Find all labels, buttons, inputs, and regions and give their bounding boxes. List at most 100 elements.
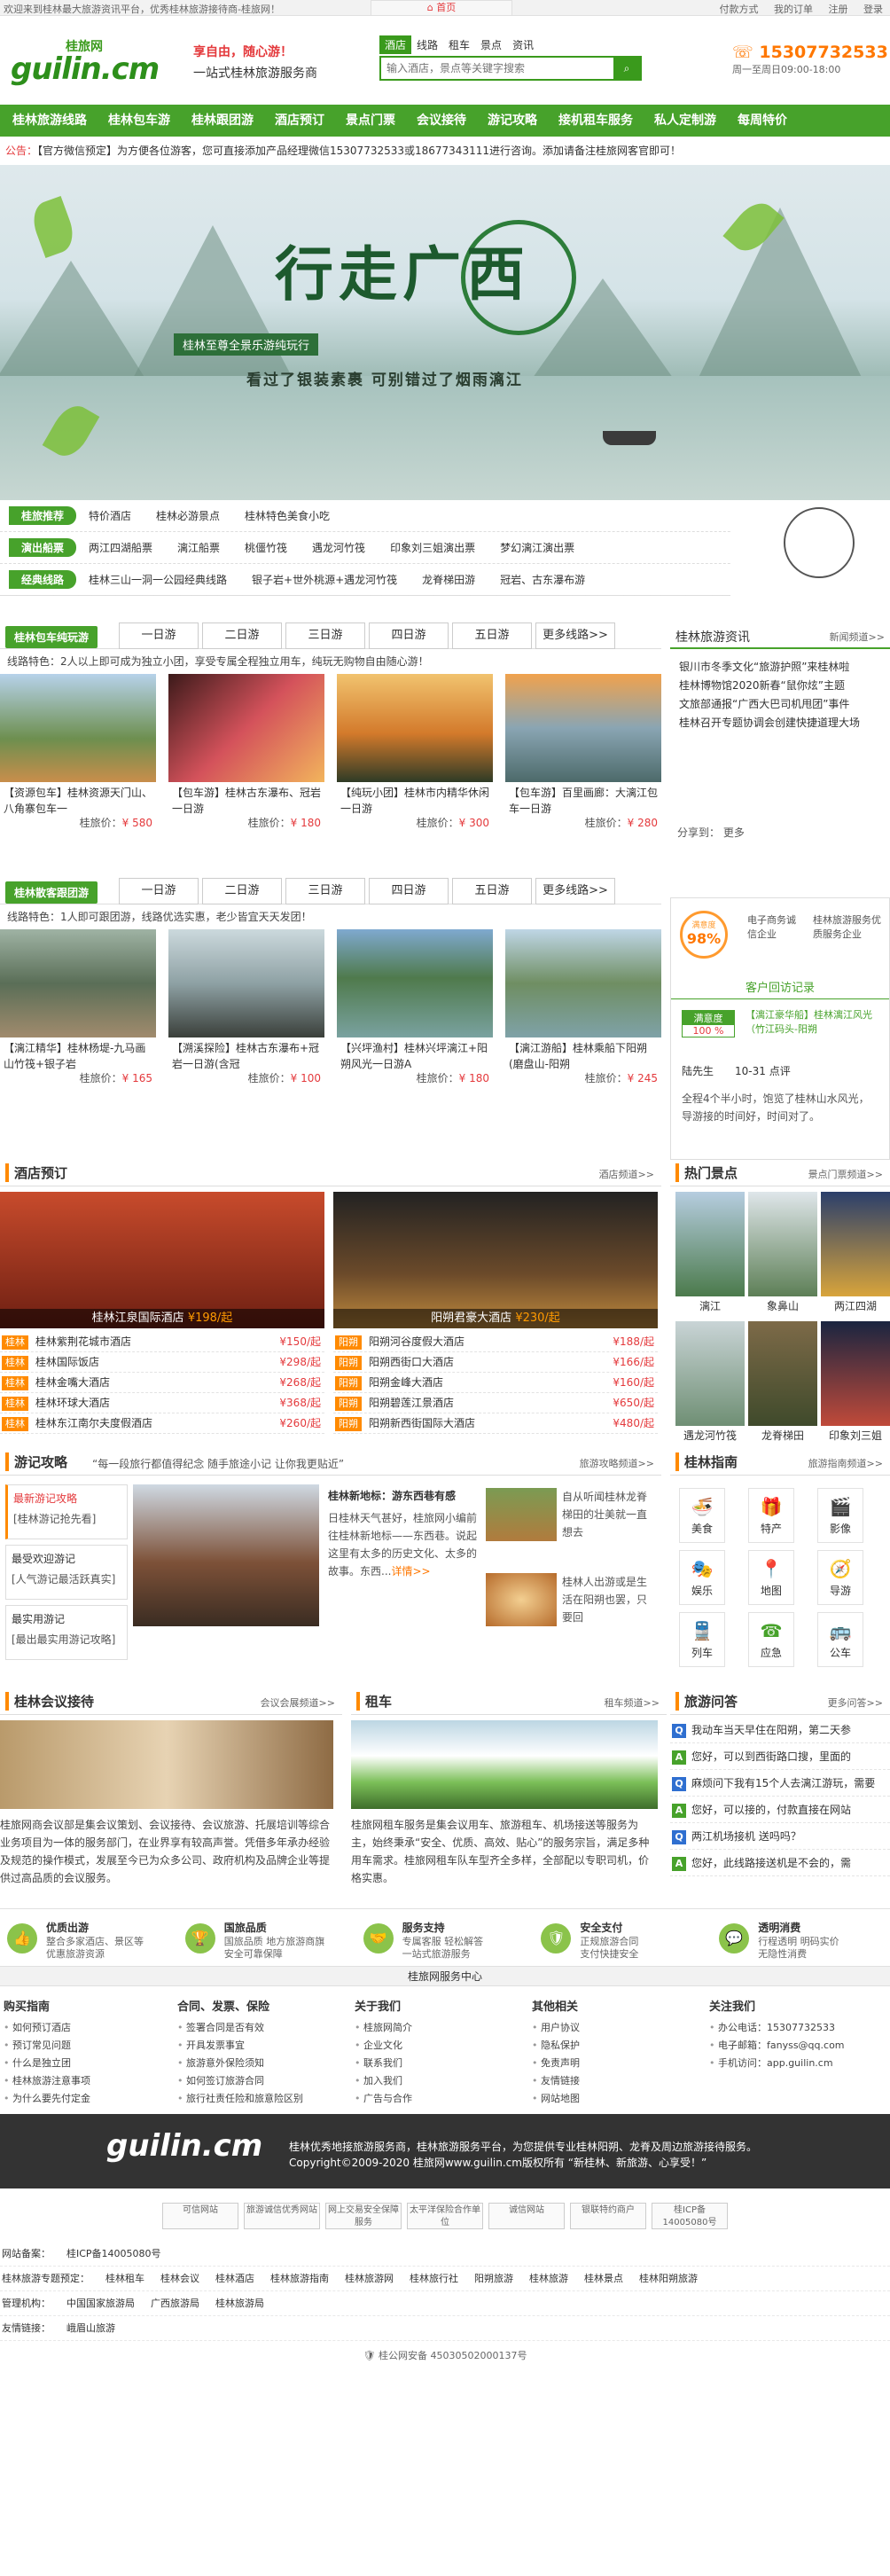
nav-routes[interactable]: 桂林旅游线路 — [2, 105, 98, 137]
news-item[interactable]: 桂林博物馆2020新春“鼠你炫”主题 — [679, 677, 881, 695]
site-logo[interactable]: 桂旅网 guilin.cm — [7, 37, 160, 90]
quick-link[interactable]: 桂林三山一洞一公园经典线路 — [89, 572, 227, 587]
day-filter[interactable]: 四日游 — [369, 878, 449, 904]
guide-map[interactable]: 📍 地图 — [748, 1550, 794, 1605]
trust-badge[interactable]: 银联特约商户 — [570, 2203, 646, 2229]
hotel-row[interactable]: 桂林 桂林金嘴大酒店 ¥268/起 — [0, 1373, 324, 1393]
guide-food[interactable]: 🍜 美食 — [679, 1488, 725, 1543]
footer-link[interactable]: 开具发票事宜 — [177, 2037, 346, 2055]
quick-link[interactable]: 特价酒店 — [89, 508, 131, 523]
day-filter[interactable]: 二日游 — [202, 622, 282, 649]
scenic-card[interactable]: 漓江 — [675, 1192, 745, 1316]
nav-hotel[interactable]: 酒店预订 — [264, 105, 335, 137]
travel-tab-popular[interactable]: 最受欢迎游记 [人气游记最活跃真实] — [5, 1545, 128, 1600]
hotel-row[interactable]: 桂林 桂林紫荆花城市酒店 ¥150/起 — [0, 1332, 324, 1352]
quick-link[interactable]: 漓江船票 — [177, 540, 220, 555]
trust-badge[interactable]: 可信网站 — [162, 2203, 238, 2229]
topic-link[interactable]: 桂林旅游指南 — [270, 2273, 329, 2284]
hotel-row[interactable]: 阳朔 阳朔河谷度假大酒店 ¥188/起 — [333, 1332, 658, 1352]
scenic-card[interactable]: 遇龙河竹筏 — [675, 1321, 745, 1445]
trust-badge[interactable]: 桂ICP备14005080号 — [652, 2203, 728, 2229]
travel-photo[interactable] — [133, 1484, 319, 1626]
qa-item[interactable]: A 您好，此线路接送机是不会的，需 — [670, 1850, 890, 1876]
quick-link[interactable]: 桂林特色美食小吃 — [245, 508, 330, 523]
quick-link[interactable]: 梦幻漓江演出票 — [500, 540, 574, 555]
scenic-more-link[interactable]: 景点门票频道>> — [808, 1167, 883, 1181]
guide-entertainment[interactable]: 🎭 娱乐 — [679, 1550, 725, 1605]
trust-badge[interactable]: 旅游诚信优秀网站 — [244, 2203, 320, 2229]
nav-charter[interactable]: 桂林包车游 — [98, 105, 181, 137]
hotel-feature-card[interactable]: 桂林江泉国际酒店 ¥198/起 — [0, 1192, 324, 1328]
product-card[interactable]: 【包车游】桂林古东瀑布、冠岩一日游 桂旅价：¥ 180 — [168, 674, 324, 837]
product-card[interactable]: 【资源包车】桂林资源天门山、八角寨包车一 桂旅价：¥ 580 — [0, 674, 156, 837]
hotel-row[interactable]: 阳朔 阳朔新西街国际大酒店 ¥480/起 — [333, 1413, 658, 1434]
guide-emergency[interactable]: ☎ 应急 — [748, 1612, 794, 1667]
search-tab-hotel[interactable]: 酒店 — [379, 35, 412, 54]
register-link[interactable]: 注册 — [829, 4, 848, 15]
guide-video[interactable]: 🎬 影像 — [817, 1488, 863, 1543]
nav-travelogue[interactable]: 游记攻略 — [477, 105, 548, 137]
footer-link[interactable]: 旅游意外保险须知 — [177, 2055, 346, 2072]
scenic-card[interactable]: 龙脊梯田 — [748, 1321, 817, 1445]
search-tab-scenic[interactable]: 景点 — [475, 35, 507, 54]
search-button[interactable]: ⌕ — [613, 58, 640, 79]
hotel-row[interactable]: 阳朔 阳朔西街口大酒店 ¥166/起 — [333, 1352, 658, 1373]
topic-link[interactable]: 桂林旅行社 — [410, 2273, 458, 2284]
day-filter[interactable]: 三日游 — [285, 622, 365, 649]
scenic-card[interactable]: 两江四湖 — [821, 1192, 890, 1316]
share-bar[interactable]: 分享到： 更多 — [670, 812, 890, 852]
trust-badge[interactable]: 网上交易安全保障服务 — [325, 2203, 402, 2229]
trust-badge[interactable]: 太平洋保险合作单位 — [407, 2203, 483, 2229]
travel-detail-link[interactable]: 详情>> — [391, 1565, 430, 1578]
guide-specialty[interactable]: 🎁 特产 — [748, 1488, 794, 1543]
footer-link[interactable]: 如何预订酒店 — [4, 2019, 172, 2037]
qa-more-link[interactable]: 更多问答>> — [828, 1695, 883, 1710]
travel-thumb[interactable] — [486, 1488, 557, 1541]
footer-link[interactable]: 隐私保护 — [532, 2037, 700, 2055]
meeting-more-link[interactable]: 会议会展频道>> — [261, 1695, 335, 1710]
meeting-photo[interactable] — [0, 1720, 333, 1809]
search-tab-car[interactable]: 租车 — [443, 35, 475, 54]
product-card[interactable]: 【漓江精华】桂林杨堤-九马画山竹筏+银子岩 桂旅价：¥ 165 — [0, 929, 156, 1092]
search-tab-info[interactable]: 资讯 — [507, 35, 539, 54]
topic-link[interactable]: 桂林租车 — [105, 2273, 144, 2284]
hotel-row[interactable]: 阳朔 阳朔金峰大酒店 ¥160/起 — [333, 1373, 658, 1393]
qa-item[interactable]: A 您好，可以接的，付款直接在网站 — [670, 1797, 890, 1823]
topic-link[interactable]: 桂林景点 — [584, 2273, 623, 2284]
topic-link[interactable]: 阳朔旅游 — [474, 2273, 513, 2284]
nav-car-rental[interactable]: 接机租车服务 — [548, 105, 644, 137]
quick-link[interactable]: 冠岩、古东瀑布游 — [500, 572, 585, 587]
topic-link[interactable]: 桂林旅游 — [529, 2273, 568, 2284]
guide-tour-guide[interactable]: 🧭 导游 — [817, 1550, 863, 1605]
payment-link[interactable]: 付款方式 — [720, 4, 759, 15]
trust-badge[interactable]: 诚信网站 — [488, 2203, 565, 2229]
login-link[interactable]: 登录 — [863, 4, 883, 15]
topic-link[interactable]: 桂林旅游网 — [345, 2273, 394, 2284]
footer-link[interactable]: 网站地图 — [532, 2090, 700, 2108]
product-card[interactable]: 【溯溪探险】桂林古东瀑布+冠岩一日游(含冠 桂旅价：¥ 100 — [168, 929, 324, 1092]
footer-link[interactable]: 联系我们 — [355, 2055, 523, 2072]
hotel-row[interactable]: 桂林 桂林东江南尔夫度假酒店 ¥260/起 — [0, 1413, 324, 1434]
news-item[interactable]: 银川市冬季文化“旅游护照”来桂林啦 — [679, 658, 881, 677]
quick-link[interactable]: 银子岩+世外桃源+遇龙河竹筏 — [252, 572, 397, 587]
footer-link[interactable]: 旅行社责任险和旅意险区别 — [177, 2090, 346, 2108]
my-orders-link[interactable]: 我的订单 — [774, 4, 813, 15]
topic-link[interactable]: 桂林酒店 — [215, 2273, 254, 2284]
footer-link[interactable]: 企业文化 — [355, 2037, 523, 2055]
quick-link[interactable]: 遇龙河竹筏 — [312, 540, 365, 555]
footer-link[interactable]: 加入我们 — [355, 2072, 523, 2090]
home-link[interactable]: ⌂ 首页 — [371, 0, 512, 16]
quick-link[interactable]: 龙脊梯田游 — [422, 572, 475, 587]
news-item[interactable]: 文旅部通报“广西大巴司机甩团”事件 — [679, 695, 881, 714]
travel-more-link[interactable]: 旅游攻略频道>> — [580, 1456, 654, 1470]
rental-photo[interactable] — [351, 1720, 658, 1809]
footer-link[interactable]: 什么是独立团 — [4, 2055, 172, 2072]
friend-link[interactable]: 峨眉山旅游 — [66, 2322, 115, 2334]
footer-link[interactable]: 用户协议 — [532, 2019, 700, 2037]
footer-link[interactable]: 预订常见问题 — [4, 2037, 172, 2055]
day-filter[interactable]: 四日游 — [369, 622, 449, 649]
nav-special[interactable]: 每周特价 — [727, 105, 798, 137]
product-card[interactable]: 【包车游】百里画廊：大漓江包车一日游 桂旅价：¥ 280 — [505, 674, 661, 837]
quick-link[interactable]: 两江四湖船票 — [89, 540, 152, 555]
hotel-row[interactable]: 阳朔 阳朔碧莲江景酒店 ¥650/起 — [333, 1393, 658, 1413]
